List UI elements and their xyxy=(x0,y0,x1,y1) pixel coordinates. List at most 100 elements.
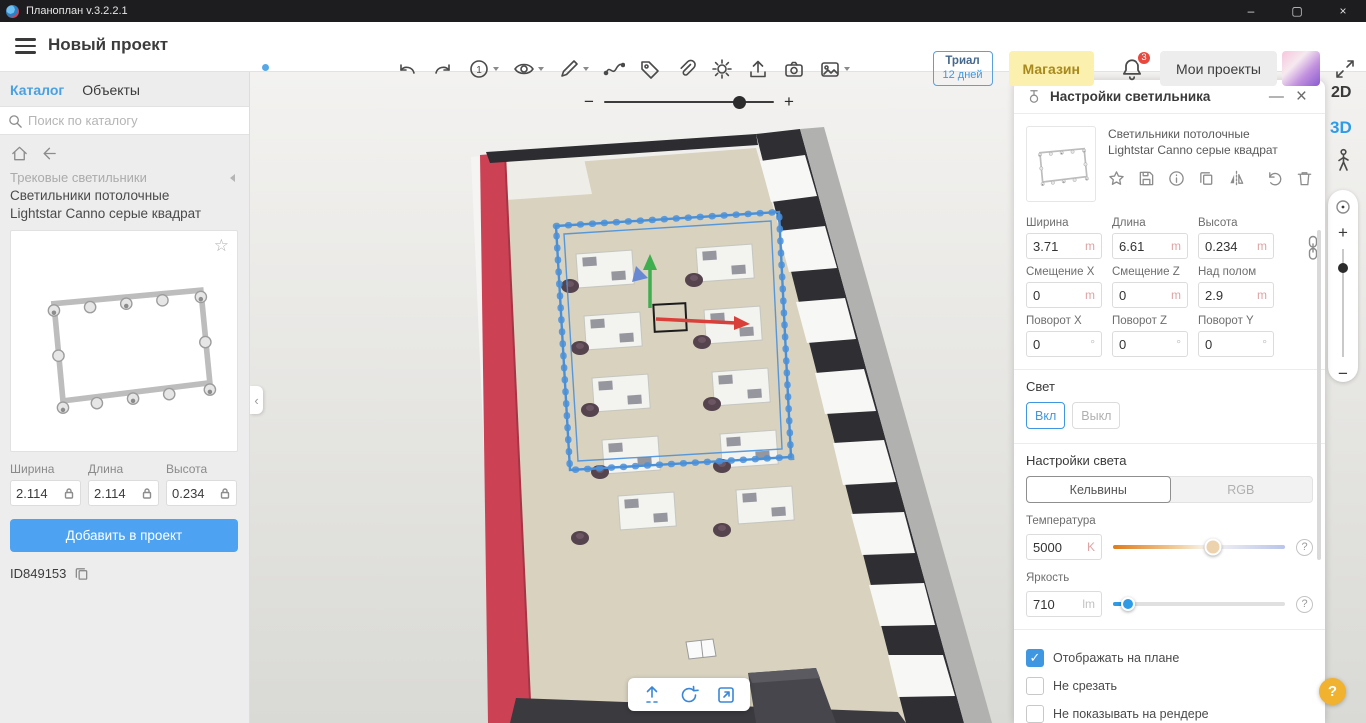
field-offset-x[interactable]: 0m xyxy=(1026,282,1102,308)
collapse-left-icon[interactable] xyxy=(230,174,235,182)
brightness-slider[interactable] xyxy=(1113,602,1285,606)
notifications-button[interactable]: 3 xyxy=(1120,57,1144,81)
product-image xyxy=(11,231,237,451)
back-button[interactable] xyxy=(39,144,58,163)
field-rotate-x[interactable]: 0° xyxy=(1026,331,1102,357)
product-id: ID849153 xyxy=(10,566,66,581)
duplicate-button[interactable] xyxy=(1198,170,1215,187)
height-field[interactable]: 0.234 xyxy=(166,480,237,506)
brightness-field[interactable]: 710lm xyxy=(1026,591,1102,617)
tab-catalog[interactable]: Каталог xyxy=(10,82,64,98)
brightness-help-button[interactable]: ? xyxy=(1296,596,1313,613)
tab-objects[interactable]: Объекты xyxy=(82,82,140,98)
checkbox-no-cut[interactable] xyxy=(1026,677,1044,695)
checkbox-hide-on-render[interactable] xyxy=(1026,705,1044,723)
field-above-floor[interactable]: 2.9m xyxy=(1198,282,1274,308)
brightness-slider-thumb[interactable] xyxy=(1121,597,1135,611)
view-zoom-slider-thumb[interactable] xyxy=(1338,263,1348,273)
field-rotate-z[interactable]: 0° xyxy=(1112,331,1188,357)
zoom-in-strip-button[interactable]: + xyxy=(1338,224,1348,241)
rotate-view-button[interactable] xyxy=(678,684,700,706)
orbit-target-button[interactable] xyxy=(1334,198,1352,216)
menu-button[interactable] xyxy=(15,38,36,54)
copy-id-button[interactable] xyxy=(74,566,89,581)
field-offset-z[interactable]: 0m xyxy=(1112,282,1188,308)
light-on-button[interactable]: Вкл xyxy=(1026,402,1065,429)
home-button[interactable] xyxy=(10,144,29,163)
tag-tool-button[interactable] xyxy=(639,58,661,80)
field-length[interactable]: 6.61m xyxy=(1112,233,1188,259)
tab-kelvin[interactable]: Кельвины xyxy=(1026,476,1171,503)
tab-rgb[interactable]: RGB xyxy=(1170,477,1313,502)
maximize-button[interactable]: ▢ xyxy=(1274,0,1320,22)
chevron-down-icon xyxy=(493,67,499,71)
walk-mode-button[interactable] xyxy=(641,684,663,706)
field-height[interactable]: 0.234m xyxy=(1198,233,1274,259)
zoom-out-button[interactable]: − xyxy=(580,92,598,112)
spline-tool-button[interactable] xyxy=(603,58,625,80)
zoom-out-strip-button[interactable]: − xyxy=(1338,365,1348,382)
lighting-button[interactable] xyxy=(711,58,733,80)
panel-minimize-button[interactable]: — xyxy=(1263,88,1290,105)
shop-button[interactable]: Магазин xyxy=(1009,51,1094,86)
avatar[interactable] xyxy=(1282,51,1320,86)
zoom-slider[interactable] xyxy=(604,101,774,103)
light-off-button[interactable]: Выкл xyxy=(1072,402,1120,429)
window-controls: – ▢ × xyxy=(1228,0,1366,22)
panel-scrollbar[interactable] xyxy=(1317,230,1321,560)
favorite-star-icon[interactable]: ☆ xyxy=(214,236,229,256)
transform-fields: Ширина3.71m Длина6.61m Высота0.234m Смещ… xyxy=(1014,202,1325,357)
selected-object-name: Светильники потолочные Lightstar Canno с… xyxy=(1108,126,1313,158)
redo-button[interactable] xyxy=(432,58,454,80)
favorite-star-button[interactable] xyxy=(1108,170,1125,187)
temperature-slider[interactable] xyxy=(1113,545,1285,549)
pin-icon[interactable] xyxy=(1026,88,1042,105)
field-rotate-y[interactable]: 0° xyxy=(1198,331,1274,357)
product-card[interactable]: ☆ xyxy=(10,230,238,452)
mode-2d-button[interactable]: 2D xyxy=(1331,84,1351,102)
close-button[interactable]: × xyxy=(1320,0,1366,22)
camera-button[interactable] xyxy=(783,58,805,80)
my-projects-button[interactable]: Мои проекты xyxy=(1160,51,1277,86)
help-button[interactable]: ? xyxy=(1319,678,1346,705)
temperature-help-button[interactable]: ? xyxy=(1296,539,1313,556)
category-breadcrumb[interactable]: Трековые светильники xyxy=(10,170,147,185)
info-button[interactable] xyxy=(1168,170,1185,187)
search-input[interactable] xyxy=(28,113,228,128)
catalog-sidebar: Каталог Объекты Трековые светильники Све… xyxy=(0,72,250,723)
minimize-button[interactable]: – xyxy=(1228,0,1274,22)
visibility-button[interactable] xyxy=(513,58,544,80)
field-width[interactable]: 3.71m xyxy=(1026,233,1102,259)
length-field[interactable]: 2.114 xyxy=(88,480,159,506)
sidebar-collapse-handle[interactable]: ‹ xyxy=(250,386,263,414)
view-zoom-slider[interactable] xyxy=(1342,249,1344,357)
chevron-down-icon xyxy=(538,67,544,71)
checkbox-show-on-plan[interactable]: ✓ xyxy=(1026,649,1044,667)
temperature-slider-thumb[interactable] xyxy=(1204,539,1221,556)
delete-button[interactable] xyxy=(1296,170,1313,187)
catalog-search xyxy=(0,106,249,135)
floor-selector-button[interactable]: 1 xyxy=(468,58,499,80)
save-button[interactable] xyxy=(1138,170,1155,187)
chevron-down-icon xyxy=(583,67,589,71)
temperature-field[interactable]: 5000K xyxy=(1026,534,1102,560)
walkthrough-button[interactable] xyxy=(1333,148,1354,174)
fullscreen-view-button[interactable] xyxy=(715,684,737,706)
draw-tool-button[interactable] xyxy=(558,58,589,80)
trial-badge[interactable]: Триал 12 дней xyxy=(933,51,993,85)
width-field[interactable]: 2.114 xyxy=(10,480,81,506)
add-to-project-button[interactable]: Добавить в проект xyxy=(10,519,238,552)
undo-button[interactable] xyxy=(396,58,418,80)
view-zoom-controls: + − xyxy=(1328,190,1358,382)
panel-close-button[interactable]: × xyxy=(1290,86,1313,108)
export-button[interactable] xyxy=(747,58,769,80)
zoom-slider-thumb[interactable] xyxy=(733,96,746,109)
attach-tool-button[interactable] xyxy=(675,58,697,80)
dim-height: Высота 0.234 xyxy=(166,462,237,506)
zoom-in-button[interactable]: + xyxy=(780,92,798,112)
render-image-button[interactable] xyxy=(819,58,850,80)
fullscreen-toggle-button[interactable] xyxy=(1334,58,1356,80)
mode-3d-button[interactable]: 3D xyxy=(1330,118,1352,138)
mirror-button[interactable] xyxy=(1228,170,1245,187)
reset-button[interactable] xyxy=(1266,170,1283,187)
